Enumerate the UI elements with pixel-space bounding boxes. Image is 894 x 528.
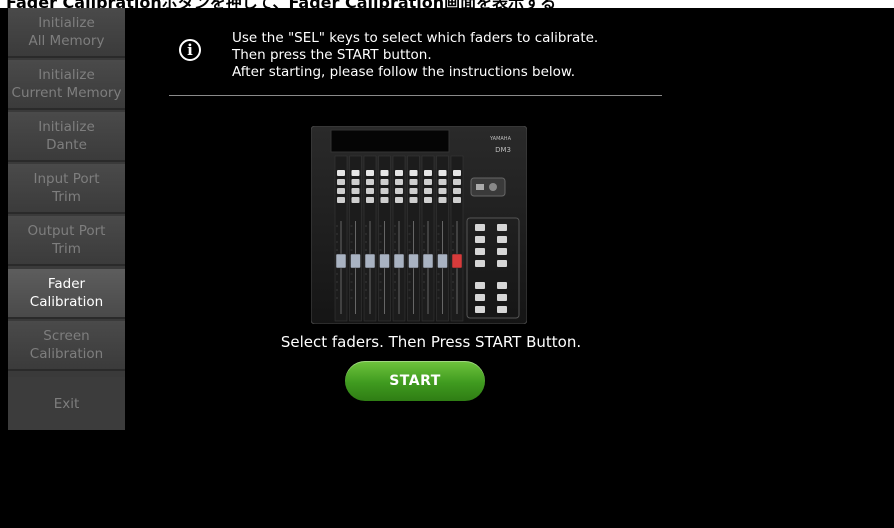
sidebar-item-input-port-trim[interactable]: Input Port Trim	[8, 164, 125, 214]
sidebar-item-fader-calibration[interactable]: Fader Calibration	[8, 269, 125, 319]
divider	[169, 95, 662, 96]
instructions-text: Use the "SEL" keys to select which fader…	[232, 30, 599, 80]
sidebar-item-initialize-dante[interactable]: Initialize Dante	[8, 112, 125, 162]
top-banner: Fader Calibrationボタンを押して、Fader Calibrati…	[0, 0, 894, 8]
console-model: DM3	[495, 146, 511, 154]
sidebar-item-exit[interactable]: Exit	[8, 377, 125, 430]
start-button[interactable]: START	[345, 361, 485, 401]
console-brand: YAMAHA	[489, 136, 512, 142]
sidebar-item-initialize-all-memory[interactable]: Initialize All Memory	[8, 8, 125, 58]
sidebar-item-initialize-current-memory[interactable]: Initialize Current Memory	[8, 60, 125, 110]
sidebar: Initialize All Memory Initialize Current…	[8, 8, 125, 430]
prompt-text: Select faders. Then Press START Button.	[280, 333, 582, 351]
banner-text: Fader Calibrationボタンを押して、Fader Calibrati…	[6, 0, 556, 8]
info-icon: i	[179, 39, 201, 61]
console-image: YAMAHA DM3	[311, 126, 527, 324]
sidebar-item-output-port-trim[interactable]: Output Port Trim	[8, 216, 125, 266]
